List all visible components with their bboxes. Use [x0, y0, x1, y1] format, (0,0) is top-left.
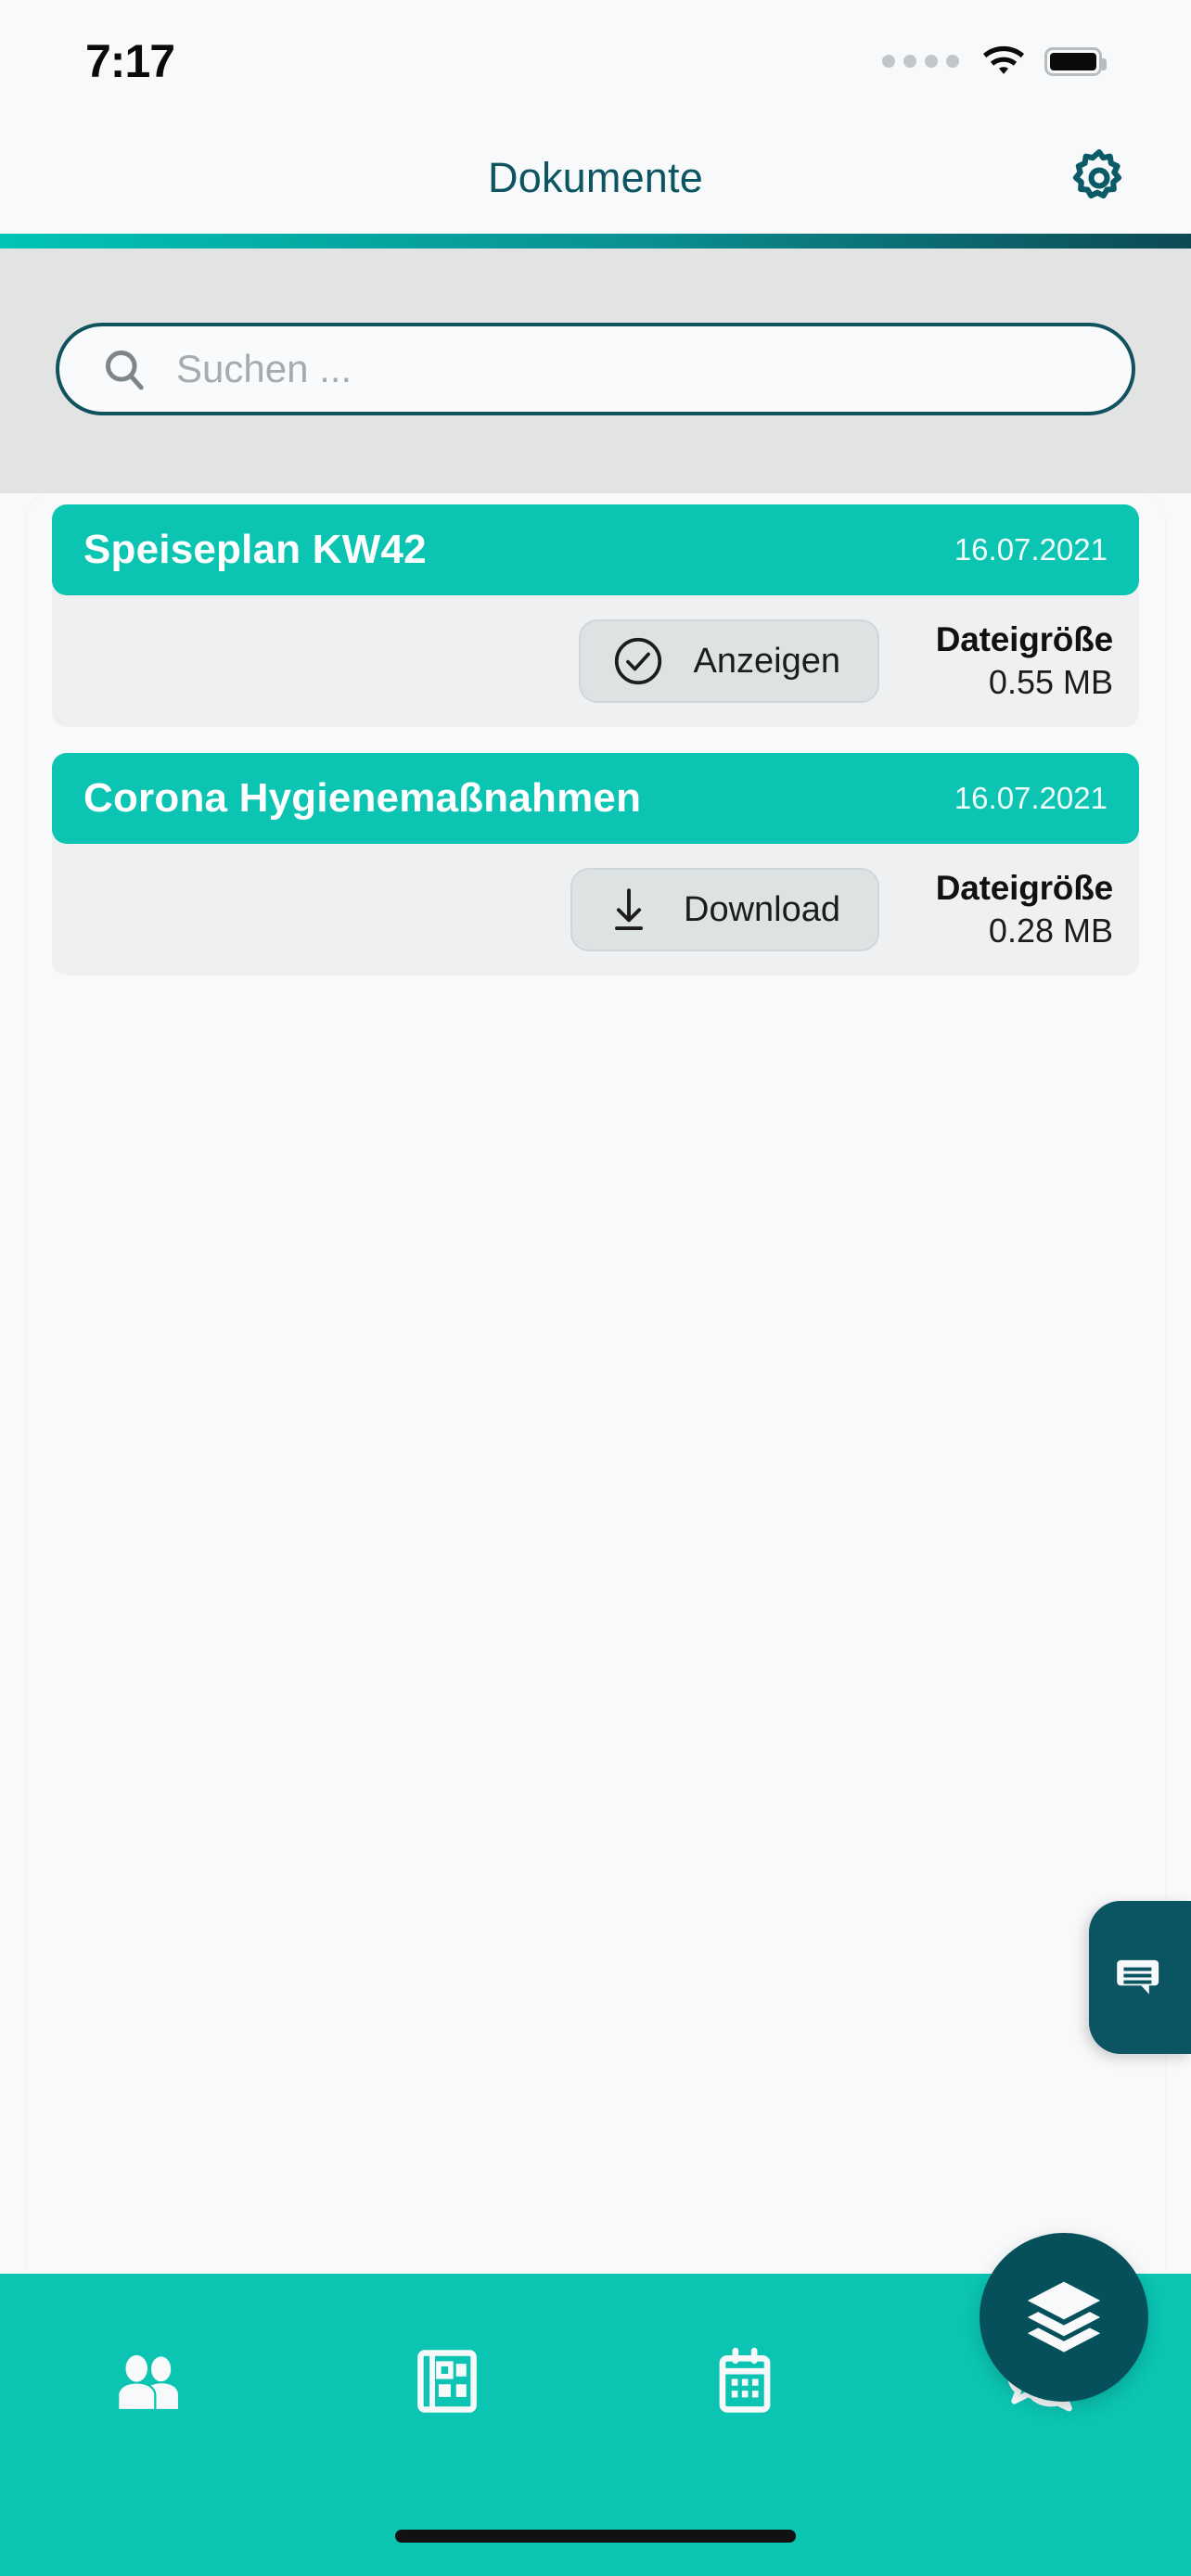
- layers-fab-button[interactable]: [980, 2233, 1148, 2402]
- wifi-icon: [983, 45, 1024, 74]
- file-size-value: 0.28 MB: [988, 912, 1113, 950]
- content-sheet: Speiseplan KW42 16.07.2021 Anzeigen Date…: [26, 493, 1165, 2274]
- search-input[interactable]: Suchen ...: [56, 323, 1135, 415]
- settings-button[interactable]: [1065, 144, 1133, 212]
- document-card-header[interactable]: Speiseplan KW42 16.07.2021: [52, 504, 1139, 595]
- nav-calendar[interactable]: [596, 2274, 893, 2489]
- battery-full-icon: [1044, 46, 1107, 76]
- document-card-body: Anzeigen Dateigröße 0.55 MB: [52, 580, 1139, 727]
- page-title: Dokumente: [488, 154, 703, 201]
- nav-people[interactable]: [0, 2274, 298, 2489]
- signal-dots-icon: [882, 55, 959, 68]
- view-button[interactable]: Anzeigen: [578, 619, 879, 703]
- search-section: Suchen ...: [0, 249, 1191, 493]
- status-indicators: [882, 45, 1107, 77]
- layers-stack-icon: [1027, 2281, 1101, 2353]
- chat-bubble-icon: [1117, 1959, 1159, 1995]
- app-screen: 7:17 Dokumente Suchen ... Speiseplan KW4…: [0, 0, 1191, 2576]
- newspaper-icon: [416, 2350, 477, 2413]
- check-circle-icon: [614, 637, 661, 685]
- home-indicator: [395, 2530, 796, 2543]
- file-size-label: Dateigröße: [935, 869, 1113, 907]
- chat-widget-button[interactable]: [1089, 1901, 1191, 2054]
- people-group-icon: [118, 2354, 178, 2409]
- document-card-body: Download Dateigröße 0.28 MB: [52, 829, 1139, 976]
- download-icon: [615, 888, 643, 930]
- view-button-label: Anzeigen: [693, 641, 840, 681]
- bottom-navigation: [0, 2233, 1191, 2576]
- file-size-label: Dateigröße: [935, 620, 1113, 658]
- document-date: 16.07.2021: [954, 781, 1108, 815]
- document-list: Speiseplan KW42 16.07.2021 Anzeigen Date…: [26, 493, 1165, 976]
- file-size-value: 0.55 MB: [988, 663, 1113, 701]
- file-size-block: Dateigröße 0.28 MB: [911, 869, 1113, 950]
- search-icon: [105, 350, 144, 390]
- file-size-block: Dateigröße 0.55 MB: [911, 620, 1113, 702]
- status-bar: 7:17: [0, 0, 1191, 122]
- download-button[interactable]: Download: [570, 868, 879, 951]
- download-button-label: Download: [684, 889, 840, 929]
- document-card[interactable]: Speiseplan KW42 16.07.2021 Anzeigen Date…: [52, 504, 1139, 727]
- accent-gradient-bar: [0, 234, 1191, 249]
- document-title: Speiseplan KW42: [83, 527, 427, 572]
- app-header: Dokumente: [0, 122, 1191, 234]
- search-placeholder: Suchen ...: [176, 347, 352, 390]
- document-card[interactable]: Corona Hygienemaßnahmen 16.07.2021 Downl…: [52, 753, 1139, 976]
- status-time: 7:17: [85, 35, 175, 87]
- document-title: Corona Hygienemaßnahmen: [83, 775, 642, 821]
- gear-icon: [1072, 148, 1122, 199]
- document-card-header[interactable]: Corona Hygienemaßnahmen 16.07.2021: [52, 753, 1139, 844]
- nav-news[interactable]: [298, 2274, 596, 2489]
- document-date: 16.07.2021: [954, 532, 1108, 567]
- calendar-icon: [719, 2347, 770, 2413]
